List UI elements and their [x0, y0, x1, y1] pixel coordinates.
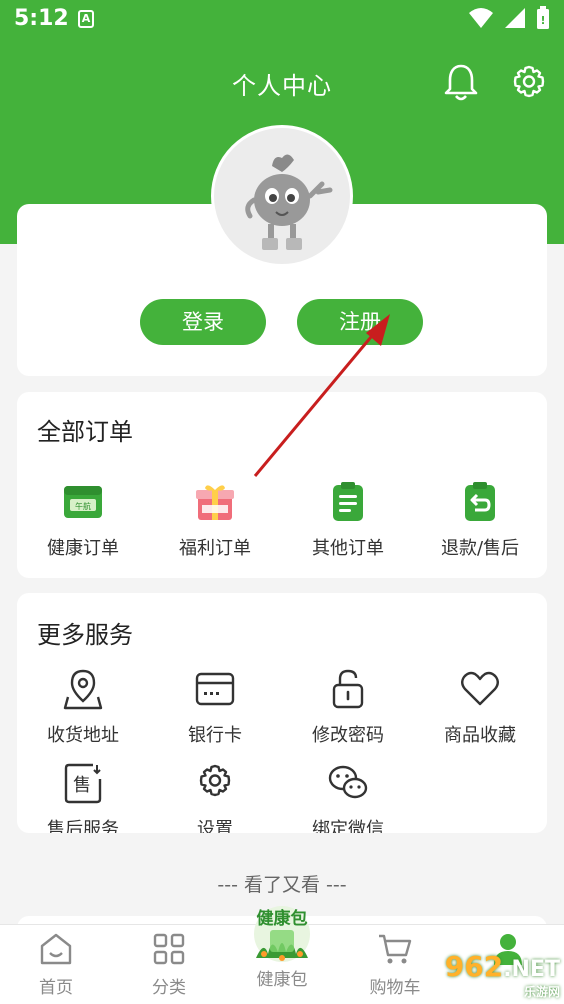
heart-icon — [461, 671, 499, 706]
tab-home[interactable]: 首页 — [6, 931, 106, 998]
badge-text: 健康包 — [257, 908, 308, 929]
service-item-after-sale[interactable]: 售 售后服务 — [17, 761, 149, 833]
settings-gear-icon[interactable] — [510, 62, 548, 102]
wechat-icon — [328, 765, 368, 799]
service-item-address[interactable]: 收货地址 — [17, 667, 149, 747]
lock-icon — [332, 669, 364, 709]
service-item-label: 修改密码 — [312, 725, 384, 746]
service-item-wechat[interactable]: 绑定微信 — [282, 761, 414, 833]
recommend-divider: --- 看了又看 --- — [217, 874, 347, 896]
bank-card-icon — [195, 672, 235, 706]
tab-label: 分类 — [152, 978, 186, 998]
service-item-label: 售后服务 — [47, 819, 119, 833]
signal-icon — [505, 8, 525, 28]
watermark-logo: 962.NET 乐游网 — [445, 950, 560, 1000]
health-order-icon: 午航 — [64, 486, 102, 518]
avatar[interactable] — [211, 125, 353, 267]
order-item-health[interactable]: 午航 健康订单 — [17, 480, 149, 560]
orders-title[interactable]: 全部订单 — [37, 412, 133, 447]
order-item-label: 健康订单 — [47, 538, 119, 559]
service-item-label: 收货地址 — [47, 725, 119, 746]
watermark-number: 962 — [444, 950, 504, 983]
system-icons: ! — [468, 6, 550, 30]
order-item-label: 退款/售后 — [440, 538, 520, 559]
tab-label: 首页 — [39, 978, 73, 998]
svg-text:午航: 午航 — [75, 501, 91, 511]
gift-order-icon — [196, 485, 234, 520]
tab-label: 购物车 — [369, 978, 421, 998]
location-icon — [63, 669, 103, 710]
category-icon — [153, 933, 185, 965]
service-item-label: 银行卡 — [188, 725, 242, 746]
login-button[interactable]: 登录 — [140, 299, 266, 345]
health-pack-icon[interactable]: 健康包 — [246, 896, 318, 968]
services-card: 更多服务 收货地址 银行卡 修改密码 商品收藏 售 售后服务 设置 绑定微信 — [17, 593, 547, 833]
service-item-label: 商品收藏 — [444, 725, 516, 746]
mascot-image — [245, 154, 333, 250]
tab-cart[interactable]: 购物车 — [345, 931, 445, 998]
notification-badge: A — [78, 10, 94, 28]
cart-icon — [379, 934, 412, 964]
battery-icon: ! — [537, 6, 549, 29]
refund-icon — [465, 482, 495, 521]
services-title: 更多服务 — [37, 621, 133, 649]
wifi-icon — [469, 8, 493, 28]
service-item-settings[interactable]: 设置 — [149, 761, 281, 833]
register-button[interactable]: 注册 — [297, 299, 423, 345]
service-item-label: 绑定微信 — [312, 819, 384, 833]
tab-label: 健康包 — [256, 970, 308, 990]
home-icon — [40, 933, 72, 965]
order-item-label: 其他订单 — [312, 538, 384, 559]
tab-category[interactable]: 分类 — [119, 931, 219, 998]
gear-icon — [199, 764, 231, 797]
clipboard-icon — [333, 482, 363, 521]
after-sale-icon: 售 — [64, 763, 102, 804]
status-bar: 5:12 A ! — [0, 0, 564, 40]
svg-text:售: 售 — [73, 775, 91, 796]
svg-text:!: ! — [540, 14, 545, 27]
watermark-sub: 乐游网 — [523, 985, 560, 999]
order-item-other[interactable]: 其他订单 — [282, 480, 414, 560]
service-item-password[interactable]: 修改密码 — [282, 667, 414, 747]
watermark-suffix: .NET — [503, 957, 560, 982]
service-item-favorites[interactable]: 商品收藏 — [414, 667, 546, 747]
service-item-label: 设置 — [197, 819, 233, 833]
order-item-gift[interactable]: 福利订单 — [149, 480, 281, 560]
order-item-refund[interactable]: 退款/售后 — [414, 480, 546, 560]
status-time: 5:12 — [14, 6, 69, 31]
order-item-label: 福利订单 — [179, 538, 251, 559]
bell-icon[interactable] — [442, 62, 480, 102]
orders-card: 全部订单 午航 健康订单 福利订单 其他订单 退款/售后 — [17, 392, 547, 578]
service-item-bank-card[interactable]: 银行卡 — [149, 667, 281, 747]
